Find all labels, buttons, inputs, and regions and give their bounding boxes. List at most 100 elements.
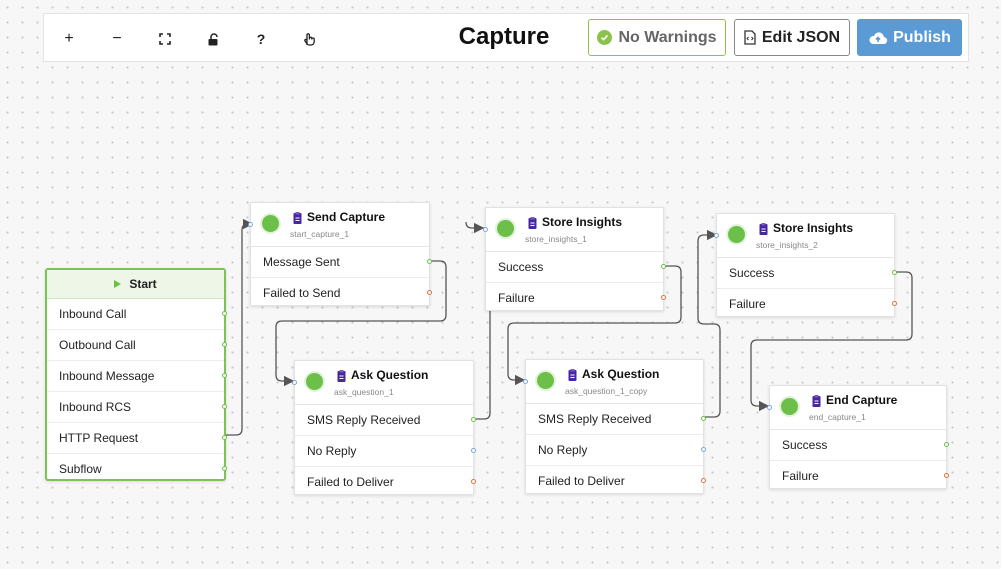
output-port[interactable] bbox=[427, 290, 432, 295]
output-port[interactable] bbox=[944, 442, 949, 447]
row-failed-to-deliver[interactable]: Failed to Deliver bbox=[526, 466, 706, 496]
store-insights-2-node[interactable]: Store Insights store_insights_2 Success … bbox=[714, 213, 897, 319]
row-label: No Reply bbox=[307, 444, 357, 458]
fit-view-button[interactable] bbox=[152, 26, 178, 52]
help-button[interactable]: ? bbox=[248, 26, 274, 52]
publish-label: Publish bbox=[893, 28, 951, 46]
start-node-header: Start bbox=[47, 270, 224, 299]
output-port[interactable] bbox=[222, 311, 227, 316]
start-row-http-request[interactable]: HTTP Request bbox=[47, 423, 227, 454]
row-label: Inbound Call bbox=[59, 307, 127, 321]
publish-button[interactable]: Publish bbox=[857, 19, 962, 56]
fit-view-icon bbox=[159, 33, 171, 45]
pointer-button[interactable] bbox=[296, 26, 322, 52]
row-no-reply[interactable]: No Reply bbox=[526, 435, 706, 466]
output-port[interactable] bbox=[222, 466, 227, 471]
row-label: Success bbox=[729, 266, 775, 280]
node-id: start_capture_1 bbox=[290, 229, 350, 239]
output-port[interactable] bbox=[222, 404, 227, 409]
status-dot-icon bbox=[262, 215, 279, 232]
start-row-outbound-call[interactable]: Outbound Call bbox=[47, 330, 227, 361]
no-warnings-button[interactable]: No Warnings bbox=[588, 19, 726, 56]
row-label: Outbound Call bbox=[59, 338, 136, 352]
row-success[interactable]: Success bbox=[486, 252, 666, 283]
output-port[interactable] bbox=[222, 373, 227, 378]
store-insights-node[interactable]: Store Insights store_insights_1 Success … bbox=[483, 207, 666, 313]
row-success[interactable]: Success bbox=[770, 430, 949, 461]
ask-question-node[interactable]: Ask Question ask_question_1 SMS Reply Re… bbox=[292, 360, 476, 497]
row-label: Inbound RCS bbox=[59, 400, 132, 414]
output-port[interactable] bbox=[944, 473, 949, 478]
node-id: store_insights_1 bbox=[525, 234, 587, 244]
row-failure[interactable]: Failure bbox=[770, 461, 949, 491]
row-label: SMS Reply Received bbox=[538, 412, 652, 426]
clipboard-icon bbox=[337, 370, 346, 382]
node-title: Store Insights bbox=[773, 221, 854, 235]
clipboard-icon bbox=[293, 212, 302, 224]
row-sms-reply-received[interactable]: SMS Reply Received bbox=[295, 405, 476, 436]
node-id: ask_question_1_copy bbox=[565, 386, 648, 396]
unlock-icon bbox=[208, 32, 218, 45]
row-message-sent[interactable]: Message Sent bbox=[251, 247, 432, 278]
row-label: Failure bbox=[729, 297, 766, 311]
row-sms-reply-received[interactable]: SMS Reply Received bbox=[526, 404, 706, 435]
output-port[interactable] bbox=[892, 301, 897, 306]
row-label: Failed to Send bbox=[263, 286, 341, 300]
ask-question-copy-node[interactable]: Ask Question ask_question_1_copy SMS Rep… bbox=[523, 359, 706, 496]
send-capture-node[interactable]: Send Capture start_capture_1 Message Sen… bbox=[248, 202, 432, 308]
check-circle-icon bbox=[597, 30, 613, 45]
no-warnings-label: No Warnings bbox=[618, 28, 717, 46]
row-label: HTTP Request bbox=[59, 431, 139, 445]
output-port[interactable] bbox=[471, 417, 476, 422]
node-header: Store Insights store_insights_1 bbox=[486, 208, 663, 252]
clipboard-icon bbox=[568, 369, 577, 381]
row-failure[interactable]: Failure bbox=[717, 289, 897, 319]
start-row-inbound-rcs[interactable]: Inbound RCS bbox=[47, 392, 227, 423]
clipboard-icon bbox=[528, 217, 537, 229]
pointer-hand-icon bbox=[303, 33, 315, 46]
zoom-in-button[interactable]: + bbox=[56, 26, 82, 52]
row-label: Inbound Message bbox=[59, 369, 155, 383]
start-row-inbound-call[interactable]: Inbound Call bbox=[47, 299, 227, 330]
output-port[interactable] bbox=[701, 447, 706, 452]
row-label: Success bbox=[782, 438, 828, 452]
wire-start-to-send-capture bbox=[226, 218, 254, 436]
output-port[interactable] bbox=[471, 448, 476, 453]
row-failed-to-send[interactable]: Failed to Send bbox=[251, 278, 432, 308]
toolbar: + − ? Capture No Warnings Edit JSON Publ… bbox=[43, 13, 969, 62]
clipboard-icon bbox=[759, 223, 768, 235]
cloud-upload-icon bbox=[869, 31, 888, 44]
output-port[interactable] bbox=[701, 416, 706, 421]
row-success[interactable]: Success bbox=[717, 258, 897, 289]
node-title: Ask Question bbox=[582, 367, 660, 381]
output-port[interactable] bbox=[471, 479, 476, 484]
node-header: Send Capture start_capture_1 bbox=[251, 203, 429, 247]
output-port[interactable] bbox=[427, 259, 432, 264]
lock-button[interactable] bbox=[200, 26, 226, 52]
output-port[interactable] bbox=[661, 264, 666, 269]
node-id: store_insights_2 bbox=[756, 240, 818, 250]
output-port[interactable] bbox=[892, 270, 897, 275]
row-no-reply[interactable]: No Reply bbox=[295, 436, 476, 467]
row-label: Failed to Deliver bbox=[538, 474, 625, 488]
row-failure[interactable]: Failure bbox=[486, 283, 666, 313]
output-port[interactable] bbox=[661, 295, 666, 300]
node-header: End Capture end_capture_1 bbox=[770, 386, 946, 430]
output-port[interactable] bbox=[222, 435, 227, 440]
node-header: Ask Question ask_question_1_copy bbox=[526, 360, 703, 404]
clipboard-icon bbox=[812, 395, 821, 407]
output-port[interactable] bbox=[701, 478, 706, 483]
row-failed-to-deliver[interactable]: Failed to Deliver bbox=[295, 467, 476, 497]
row-label: Failure bbox=[498, 291, 535, 305]
status-dot-icon bbox=[306, 373, 323, 390]
node-title: Store Insights bbox=[542, 215, 623, 229]
zoom-out-button[interactable]: − bbox=[104, 26, 130, 52]
start-row-subflow[interactable]: Subflow bbox=[47, 454, 227, 484]
start-node[interactable]: Start Inbound Call Outbound Call Inbound… bbox=[45, 268, 227, 484]
start-row-inbound-message[interactable]: Inbound Message bbox=[47, 361, 227, 392]
edit-json-button[interactable]: Edit JSON bbox=[734, 19, 850, 56]
node-title: Ask Question bbox=[351, 368, 429, 382]
end-capture-node[interactable]: End Capture end_capture_1 Success Failur… bbox=[767, 385, 949, 491]
output-port[interactable] bbox=[222, 342, 227, 347]
node-header: Store Insights store_insights_2 bbox=[717, 214, 894, 258]
